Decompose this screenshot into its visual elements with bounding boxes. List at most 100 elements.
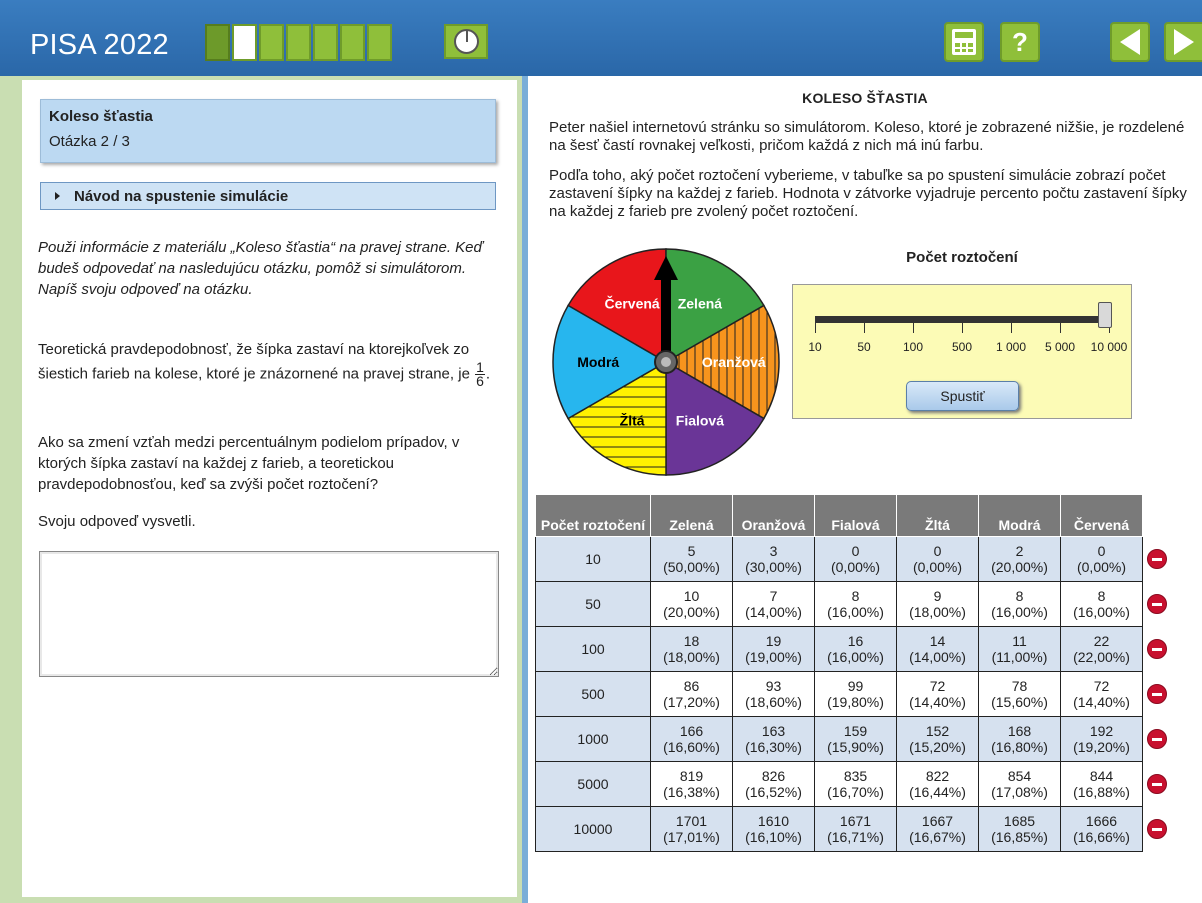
wheel-segment-label: Zelená xyxy=(678,295,723,311)
help-icon: ? xyxy=(1012,26,1028,57)
row-spins: 10000 xyxy=(535,806,651,852)
result-cell: 826 (16,52%) xyxy=(732,761,815,807)
slider-tick xyxy=(962,323,963,333)
result-cell: 8 (16,00%) xyxy=(978,581,1061,627)
row-spins: 500 xyxy=(535,671,651,717)
intro-text: Použi informácie z materiálu „Koleso šťa… xyxy=(38,239,483,298)
stimulus-paragraph-1: Peter našiel internetovú stránku so simu… xyxy=(549,119,1185,154)
table-row: 10 5 (50,00%) 3 (30,00%) 0 (0,00%) 0 (0,00%) 2 (20… xyxy=(535,536,1168,582)
result-cell: 192 (19,20%) xyxy=(1060,716,1143,762)
table-row: 50 10 (20,00%) 7 (14,00%) 8 (16,00%) 9 (18,00%) 8… xyxy=(535,581,1168,627)
delete-row-icon[interactable] xyxy=(1147,684,1167,704)
spins-title: Počet roztočení xyxy=(906,249,1018,266)
progress-indicator xyxy=(205,24,392,61)
table-row: 100 18 (18,00%) 19 (19,00%) 16 (16,00%) 14 (14,0… xyxy=(535,626,1168,672)
result-cell: 844 (16,88%) xyxy=(1060,761,1143,807)
result-cell: 8 (16,00%) xyxy=(1060,581,1143,627)
stimulus-title: KOLESO ŠŤASTIA xyxy=(802,90,928,106)
result-cell: 93 (18,60%) xyxy=(732,671,815,717)
result-cell: 822 (16,44%) xyxy=(896,761,979,807)
header-color: Žltá xyxy=(896,494,979,537)
delete-row-icon[interactable] xyxy=(1147,729,1167,749)
slider-tick xyxy=(1011,323,1012,333)
question-panel: Koleso šťastia Otázka 2 / 3 Návod na spu… xyxy=(0,76,522,903)
result-cell: 168 (16,80%) xyxy=(978,716,1061,762)
row-spins: 50 xyxy=(535,581,651,627)
result-cell: 8 (16,00%) xyxy=(814,581,897,627)
back-button[interactable] xyxy=(1110,22,1150,62)
answer-input[interactable] xyxy=(39,551,499,677)
slider-tick xyxy=(864,323,865,333)
next-button[interactable] xyxy=(1164,22,1202,62)
slider-track[interactable] xyxy=(815,316,1109,323)
progress-segment xyxy=(286,24,311,61)
caret-right-icon xyxy=(55,192,60,200)
result-cell: 18 (18,00%) xyxy=(650,626,733,672)
result-cell: 78 (15,60%) xyxy=(978,671,1061,717)
wheel-of-fortune: Červená Zelená Oranžová Fialová Žltá Modrá xyxy=(552,248,780,476)
table-row: 1000 166 (16,60%) 163 (16,30%) 159 (15,90%) 152… xyxy=(535,716,1168,762)
help-button[interactable]: ? xyxy=(1000,22,1040,62)
result-cell: 854 (17,08%) xyxy=(978,761,1061,807)
result-cell: 11 (11,00%) xyxy=(978,626,1061,672)
progress-segment xyxy=(205,24,230,61)
result-cell: 0 (0,00%) xyxy=(1060,536,1143,582)
header-color: Fialová xyxy=(814,494,897,537)
delete-row-icon[interactable] xyxy=(1147,639,1167,659)
result-cell: 835 (16,70%) xyxy=(814,761,897,807)
slider-thumb[interactable] xyxy=(1098,302,1112,328)
progress-segment xyxy=(313,24,338,61)
delete-row-icon[interactable] xyxy=(1147,549,1167,569)
delete-row-icon[interactable] xyxy=(1147,819,1167,839)
header-color: Modrá xyxy=(978,494,1061,537)
result-cell: 9 (18,00%) xyxy=(896,581,979,627)
result-cell: 86 (17,20%) xyxy=(650,671,733,717)
result-cell: 166 (16,60%) xyxy=(650,716,733,762)
slider-tick xyxy=(913,323,914,333)
header-spins: Počet roztočení xyxy=(535,494,651,537)
result-cell: 1701 (17,01%) xyxy=(650,806,733,852)
top-bar: PISA 2022 ? xyxy=(0,0,1202,76)
delete-row-icon[interactable] xyxy=(1147,594,1167,614)
result-cell: 1667 (16,67%) xyxy=(896,806,979,852)
result-cell: 72 (14,40%) xyxy=(1060,671,1143,717)
result-cell: 819 (16,38%) xyxy=(650,761,733,807)
header-color: Oranžová xyxy=(732,494,815,537)
table-row: 500 86 (17,20%) 93 (18,60%) 99 (19,80%) 72 (14,4… xyxy=(535,671,1168,717)
wheel-segment-label: Fialová xyxy=(676,413,724,429)
results-table: Počet roztočení Zelená Oranžová Fialová Žltá… xyxy=(535,494,1168,852)
row-spins: 1000 xyxy=(535,716,651,762)
header-color: Červená xyxy=(1060,494,1143,537)
stimulus-panel: KOLESO ŠŤASTIA Peter našiel internetovú … xyxy=(528,76,1202,903)
calculator-icon xyxy=(952,29,976,55)
delete-row-icon[interactable] xyxy=(1147,774,1167,794)
stimulus-paragraph-2: Podľa toho, aký počet roztočení vyberiem… xyxy=(549,167,1187,220)
progress-segment xyxy=(367,24,392,61)
slider-tick-label: 500 xyxy=(951,340,973,354)
run-button[interactable]: Spustiť xyxy=(906,381,1019,411)
simulation-guide-toggle[interactable]: Návod na spustenie simulácie xyxy=(40,182,496,210)
slider-tick-label: 10 000 xyxy=(1090,340,1128,354)
wheel-segment-label: Oranžová xyxy=(702,354,766,370)
slider-tick-label: 1 000 xyxy=(995,340,1027,354)
simulation-guide-label: Návod na spustenie simulácie xyxy=(74,187,289,205)
result-cell: 2 (20,00%) xyxy=(978,536,1061,582)
wheel-segment-label: Modrá xyxy=(577,354,619,370)
question-panel-inner: Koleso šťastia Otázka 2 / 3 Návod na spu… xyxy=(22,80,517,897)
timer-button[interactable] xyxy=(444,24,488,59)
calculator-button[interactable] xyxy=(944,22,984,62)
result-cell: 16 (16,00%) xyxy=(814,626,897,672)
wheel-segment-label: Červená xyxy=(604,294,659,311)
progress-segment-current xyxy=(232,24,257,61)
explain-instruction: Svoju odpoveď vysvetli. xyxy=(38,513,196,530)
row-spins: 10 xyxy=(535,536,651,582)
result-cell: 14 (14,00%) xyxy=(896,626,979,672)
timer-icon xyxy=(453,29,479,54)
table-row: 10000 1701 (17,01%) 1610 (16,10%) 1671 (16,71%… xyxy=(535,806,1168,852)
result-cell: 72 (14,40%) xyxy=(896,671,979,717)
question-text: Ako sa zmení vzťah medzi percentuálnym p… xyxy=(38,434,460,493)
probability-text: Teoretická pravdepodobnosť, že šípka zas… xyxy=(38,341,491,389)
slider-tick-label: 10 xyxy=(808,340,822,354)
result-cell: 1671 (16,71%) xyxy=(814,806,897,852)
result-cell: 19 (19,00%) xyxy=(732,626,815,672)
